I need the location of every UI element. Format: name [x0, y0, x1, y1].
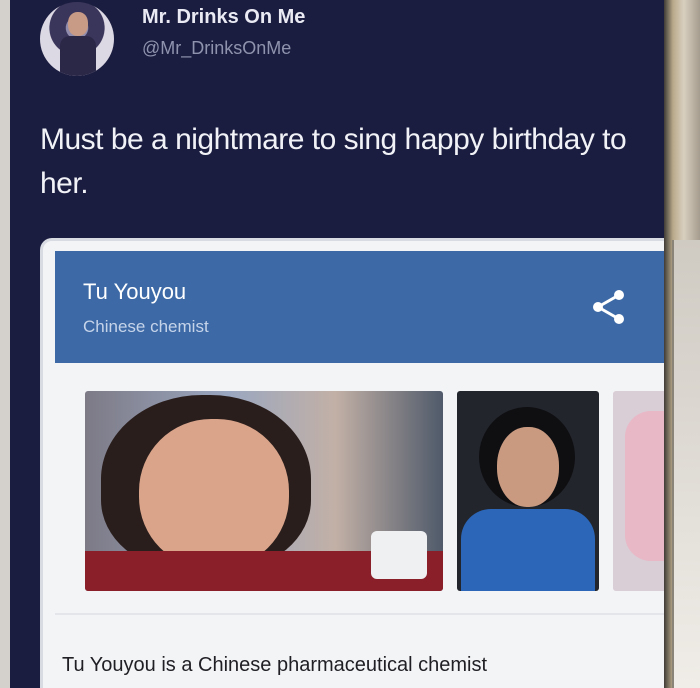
knowledge-panel-subtitle: Chinese chemist	[83, 317, 209, 336]
avatar-suit	[60, 36, 96, 76]
avatar-head	[68, 12, 88, 36]
knowledge-panel-card[interactable]: Tu Youyou Chinese chemist	[40, 238, 664, 688]
photo-2-face	[497, 427, 559, 507]
photo-1-cup	[371, 531, 427, 579]
photo-1-face	[139, 419, 289, 569]
knowledge-panel-description: Tu Youyou is a Chinese pharmaceutical ch…	[62, 654, 488, 676]
portrait-photo-3[interactable]	[613, 391, 664, 591]
author-handle[interactable]: @Mr_DrinksOnMe	[142, 38, 291, 59]
phone-screen: Mr. Drinks On Me @Mr_DrinksOnMe Must be …	[10, 0, 664, 688]
portrait-photo-2[interactable]	[457, 391, 599, 591]
knowledge-panel-header: Tu Youyou Chinese chemist	[55, 251, 664, 363]
tweet-text: Must be a nightmare to sing happy birthd…	[40, 123, 627, 200]
author-name[interactable]: Mr. Drinks On Me	[142, 6, 305, 29]
window-frame	[672, 240, 700, 688]
photo-3-hand	[625, 411, 664, 561]
avatar[interactable]	[40, 2, 114, 76]
photo-2-clothing	[461, 509, 595, 591]
background-left	[0, 0, 10, 688]
share-icon[interactable]	[589, 287, 629, 327]
knowledge-panel-title[interactable]: Tu Youyou	[83, 279, 186, 305]
card-divider	[55, 613, 664, 615]
portrait-photo-1[interactable]	[85, 391, 443, 591]
